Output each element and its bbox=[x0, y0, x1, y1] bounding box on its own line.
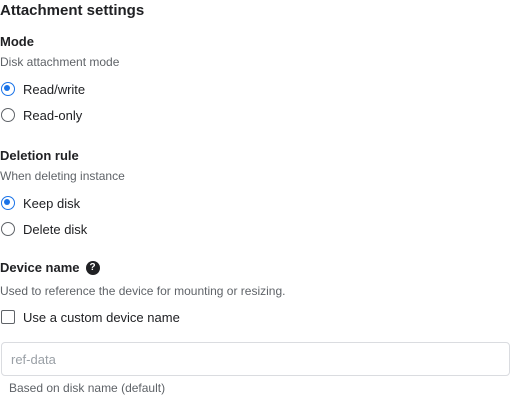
custom-device-name-label: Use a custom device name bbox=[23, 309, 180, 325]
radio-read-write-label: Read/write bbox=[23, 81, 86, 97]
radio-keep-disk[interactable]: Keep disk bbox=[0, 193, 80, 213]
radio-read-only[interactable]: Read-only bbox=[0, 105, 82, 125]
radio-delete-disk-label: Delete disk bbox=[23, 221, 88, 237]
deletion-rule-label: Deletion rule bbox=[0, 148, 79, 163]
mode-label: Mode bbox=[0, 34, 34, 49]
custom-device-name-checkbox[interactable] bbox=[1, 310, 15, 324]
device-name-helper: Used to reference the device for mountin… bbox=[0, 284, 286, 298]
device-name-label: Device name bbox=[0, 260, 80, 275]
radio-keep-disk-indicator[interactable] bbox=[1, 196, 15, 210]
radio-read-write[interactable]: Read/write bbox=[0, 79, 85, 99]
help-circle-icon[interactable]: ? bbox=[85, 260, 100, 275]
radio-delete-disk[interactable]: Delete disk bbox=[0, 219, 87, 239]
radio-read-only-indicator[interactable] bbox=[1, 108, 15, 122]
device-name-input-hint: Based on disk name (default) bbox=[9, 381, 166, 395]
device-name-label-row: Device name? bbox=[0, 260, 100, 276]
custom-device-name-checkbox-row[interactable]: Use a custom device name bbox=[0, 307, 180, 327]
radio-keep-disk-label: Keep disk bbox=[23, 195, 81, 211]
radio-read-only-label: Read-only bbox=[23, 107, 83, 123]
deletion-rule-helper: When deleting instance bbox=[0, 169, 125, 183]
radio-read-write-indicator[interactable] bbox=[1, 82, 15, 96]
section-title: Attachment settings bbox=[0, 2, 145, 19]
radio-delete-disk-indicator[interactable] bbox=[1, 222, 15, 236]
device-name-input[interactable] bbox=[1, 342, 510, 376]
mode-helper: Disk attachment mode bbox=[0, 55, 120, 69]
